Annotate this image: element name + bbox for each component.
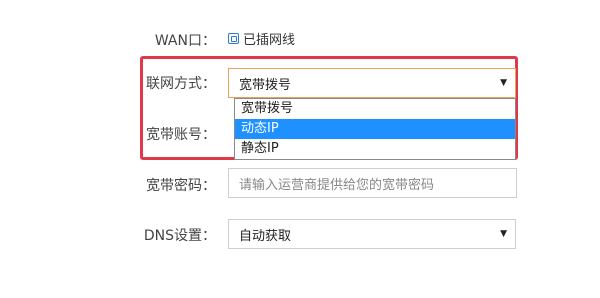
wan-label: WAN口：: [154, 33, 216, 49]
option-pppoe[interactable]: 宽带拨号: [235, 99, 515, 119]
wan-status: 已插网线: [228, 29, 295, 48]
dns-value: 自动获取: [239, 228, 292, 244]
account-label: 宽带账号：: [146, 127, 216, 143]
dns-select[interactable]: 自动获取 ▼: [228, 219, 516, 249]
connection-type-select[interactable]: 宽带拨号 ▼: [228, 68, 516, 98]
dns-label: DNS设置：: [143, 228, 216, 244]
connection-type-label: 联网方式：: [146, 76, 216, 92]
password-input[interactable]: 请输入运营商提供给您的宽带密码: [228, 168, 517, 198]
option-dhcp[interactable]: 动态IP: [235, 119, 515, 139]
ethernet-port-icon: [228, 33, 239, 44]
caret-down-icon: ▼: [500, 229, 507, 239]
connection-type-value: 宽带拨号: [239, 77, 292, 93]
connection-type-dropdown: 宽带拨号 动态IP 静态IP: [234, 98, 516, 160]
caret-down-icon: ▼: [500, 78, 507, 88]
password-label: 宽带密码：: [146, 178, 216, 194]
option-static-ip[interactable]: 静态IP: [235, 139, 515, 159]
wan-status-text: 已插网线: [243, 33, 296, 48]
